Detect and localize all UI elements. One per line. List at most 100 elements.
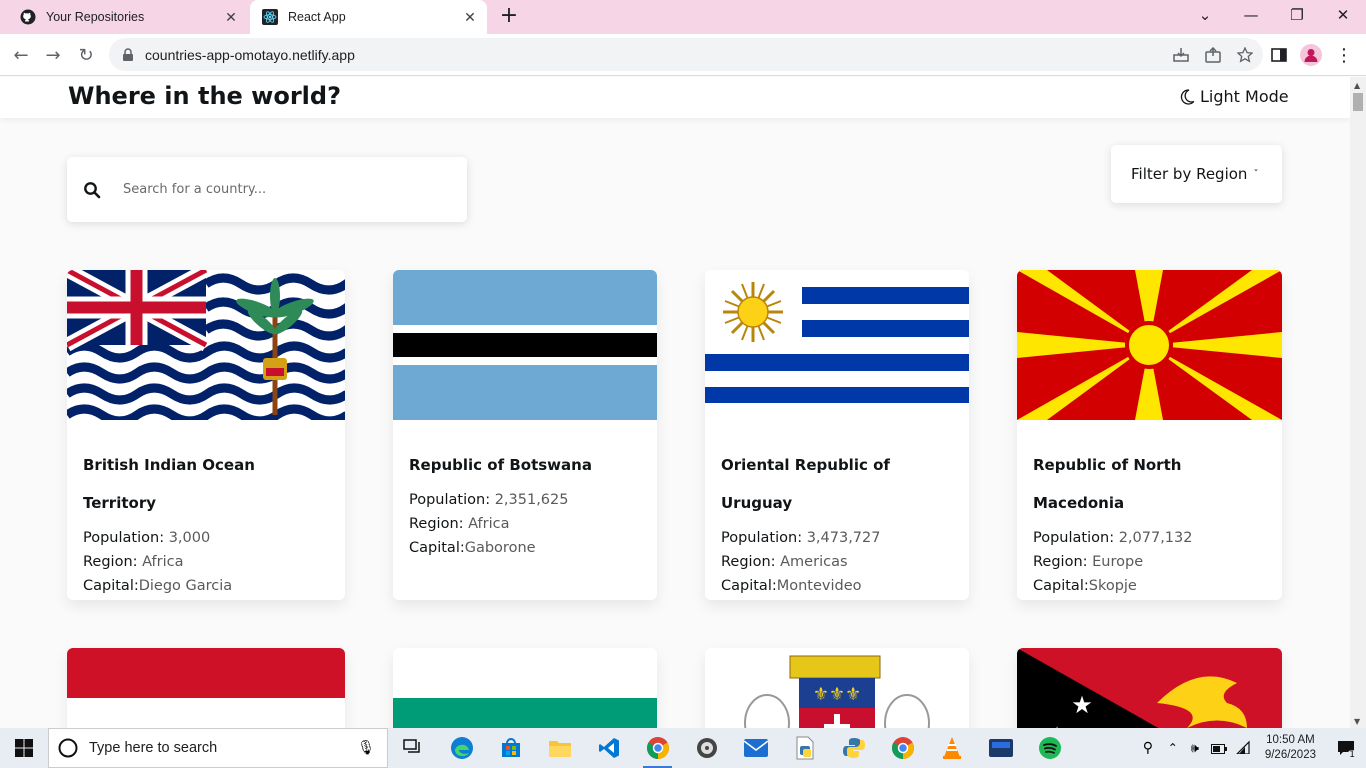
region-row: Region: Europe — [1033, 554, 1144, 570]
file-explorer-icon[interactable] — [535, 728, 584, 768]
edge-icon[interactable] — [437, 728, 486, 768]
tab-search-chevron-icon[interactable]: ⌄ — [1182, 0, 1228, 30]
population-row: Population: 3,473,727 — [721, 530, 881, 546]
clock-date: 9/26/2023 — [1264, 749, 1316, 761]
search-box[interactable] — [67, 157, 467, 222]
country-card[interactable]: Republic of Botswana Population: 2,351,6… — [393, 270, 657, 600]
store-icon[interactable] — [486, 728, 535, 768]
tab-your-repositories[interactable]: Your Repositories ✕ — [8, 0, 248, 34]
region-row: Region: Africa — [409, 516, 510, 532]
tab-react-app[interactable]: React App ✕ — [250, 0, 487, 34]
flag-image — [67, 270, 345, 420]
python-icon[interactable] — [829, 728, 878, 768]
windows-taskbar: Type here to search 🎙 ⚲ ⌃ 🕪 10:50 AM 9/2… — [0, 728, 1366, 768]
country-card[interactable]: Oriental Republic of Uruguay Population: … — [705, 270, 969, 600]
flag-image: ★ ★ ★ — [1017, 648, 1282, 728]
clock[interactable]: 10:50 AM 9/26/2023 — [1265, 733, 1316, 763]
country-card[interactable] — [393, 648, 657, 728]
clock-time: 10:50 AM — [1266, 734, 1315, 746]
region-row: Region: Africa — [83, 554, 184, 570]
wifi-icon[interactable] — [1231, 739, 1255, 758]
country-name: Republic of North Macedonia — [1033, 456, 1182, 512]
flag-image — [393, 270, 657, 420]
scrollbar-thumb[interactable] — [1353, 93, 1363, 111]
search-icon — [58, 738, 78, 758]
svg-text:⚜⚜⚜: ⚜⚜⚜ — [813, 684, 861, 705]
capital-row: Capital:Diego Garcia — [83, 578, 233, 594]
github-icon — [20, 9, 36, 25]
url-text: countries-app-omotayo.netlify.app — [145, 46, 355, 63]
notification-center-button[interactable]: 1 — [1326, 728, 1366, 768]
new-tab-button[interactable]: + — [497, 5, 521, 29]
population-row: Population: 2,077,132 — [1033, 530, 1193, 546]
close-tab-icon[interactable]: ✕ — [220, 9, 242, 26]
flag-image — [393, 648, 657, 728]
scroll-down-icon[interactable]: ▼ — [1354, 717, 1360, 726]
capital-row: Capital:Skopje — [1033, 578, 1137, 594]
bookmark-star-icon[interactable] — [1235, 45, 1255, 65]
browser-menu-icon[interactable]: ⋮ — [1331, 42, 1357, 68]
filter-label: Filter by Region — [1131, 165, 1248, 183]
restore-button[interactable]: ❐ — [1274, 0, 1320, 30]
mail-icon[interactable] — [731, 728, 780, 768]
country-card[interactable]: Republic of North Macedonia Population: 2… — [1017, 270, 1282, 600]
close-tab-icon[interactable]: ✕ — [459, 9, 481, 26]
volume-icon[interactable]: 🕪 — [1183, 741, 1207, 756]
taskbar-search-placeholder: Type here to search — [89, 740, 218, 756]
task-view-icon[interactable] — [388, 728, 437, 768]
page-scrollbar[interactable]: ▲ ▼ — [1350, 77, 1366, 728]
browser-toolbar: ← → ↻ countries-app-omotayo.netlify.app … — [0, 34, 1366, 76]
app-header: Where in the world? Light Mode — [0, 77, 1350, 118]
vlc-icon[interactable] — [927, 728, 976, 768]
vscode-icon[interactable] — [584, 728, 633, 768]
spotify-icon[interactable] — [1025, 728, 1074, 768]
reload-button[interactable]: ↻ — [73, 42, 99, 68]
lock-icon — [123, 47, 133, 61]
country-card[interactable]: British Indian Ocean Territory Populatio… — [67, 270, 345, 600]
population-row: Population: 3,000 — [83, 530, 211, 546]
close-window-button[interactable]: ✕ — [1320, 0, 1366, 30]
media-player-icon[interactable] — [682, 728, 731, 768]
country-card[interactable]: ★ ★ ★ — [1017, 648, 1282, 728]
country-card[interactable]: ⚜⚜⚜ — [705, 648, 969, 728]
flag-image — [67, 648, 345, 728]
theme-toggle-label: Light Mode — [1200, 87, 1289, 106]
remote-app-icon[interactable] — [976, 728, 1025, 768]
country-name: Republic of Botswana — [409, 456, 592, 474]
country-card[interactable] — [67, 648, 345, 728]
scroll-up-icon[interactable]: ▲ — [1354, 81, 1360, 90]
python-file-icon[interactable] — [780, 728, 829, 768]
show-hidden-icons-chevron-icon[interactable]: ⌃ — [1163, 741, 1183, 755]
chrome-icon[interactable] — [878, 728, 927, 768]
install-app-icon[interactable] — [1171, 45, 1191, 65]
capital-row: Capital:Gaborone — [409, 540, 536, 556]
battery-icon[interactable] — [1207, 739, 1231, 758]
search-input[interactable] — [123, 182, 423, 197]
page-title: Where in the world? — [68, 82, 341, 110]
minimize-button[interactable]: — — [1228, 0, 1274, 30]
react-icon — [262, 9, 278, 25]
flag-image — [705, 270, 969, 420]
address-bar[interactable]: countries-app-omotayo.netlify.app — [109, 38, 1263, 71]
microphone-icon[interactable]: 🎙 — [357, 740, 375, 756]
filter-region-dropdown[interactable]: Filter by Region ˇ — [1111, 145, 1282, 203]
flag-image: ⚜⚜⚜ — [705, 648, 969, 728]
people-icon[interactable]: ⚲ — [1133, 740, 1163, 756]
tab-title: React App — [288, 10, 346, 24]
country-name: British Indian Ocean Territory — [83, 456, 255, 512]
theme-toggle[interactable]: Light Mode — [1178, 87, 1289, 106]
profile-avatar[interactable] — [1298, 42, 1324, 68]
tab-title: Your Repositories — [46, 10, 145, 24]
flag-image — [1017, 270, 1282, 420]
back-button[interactable]: ← — [8, 42, 34, 68]
country-name: Oriental Republic of Uruguay — [721, 456, 890, 512]
chevron-down-icon: ˇ — [1253, 168, 1259, 180]
share-icon[interactable] — [1203, 45, 1223, 65]
taskbar-search-box[interactable]: Type here to search 🎙 — [48, 728, 388, 768]
svg-text:★: ★ — [1071, 691, 1093, 719]
side-panel-icon[interactable] — [1266, 42, 1292, 68]
forward-button[interactable]: → — [40, 42, 66, 68]
start-button[interactable] — [0, 728, 48, 768]
chrome-profile-icon[interactable] — [633, 728, 682, 768]
windows-icon — [15, 739, 33, 757]
